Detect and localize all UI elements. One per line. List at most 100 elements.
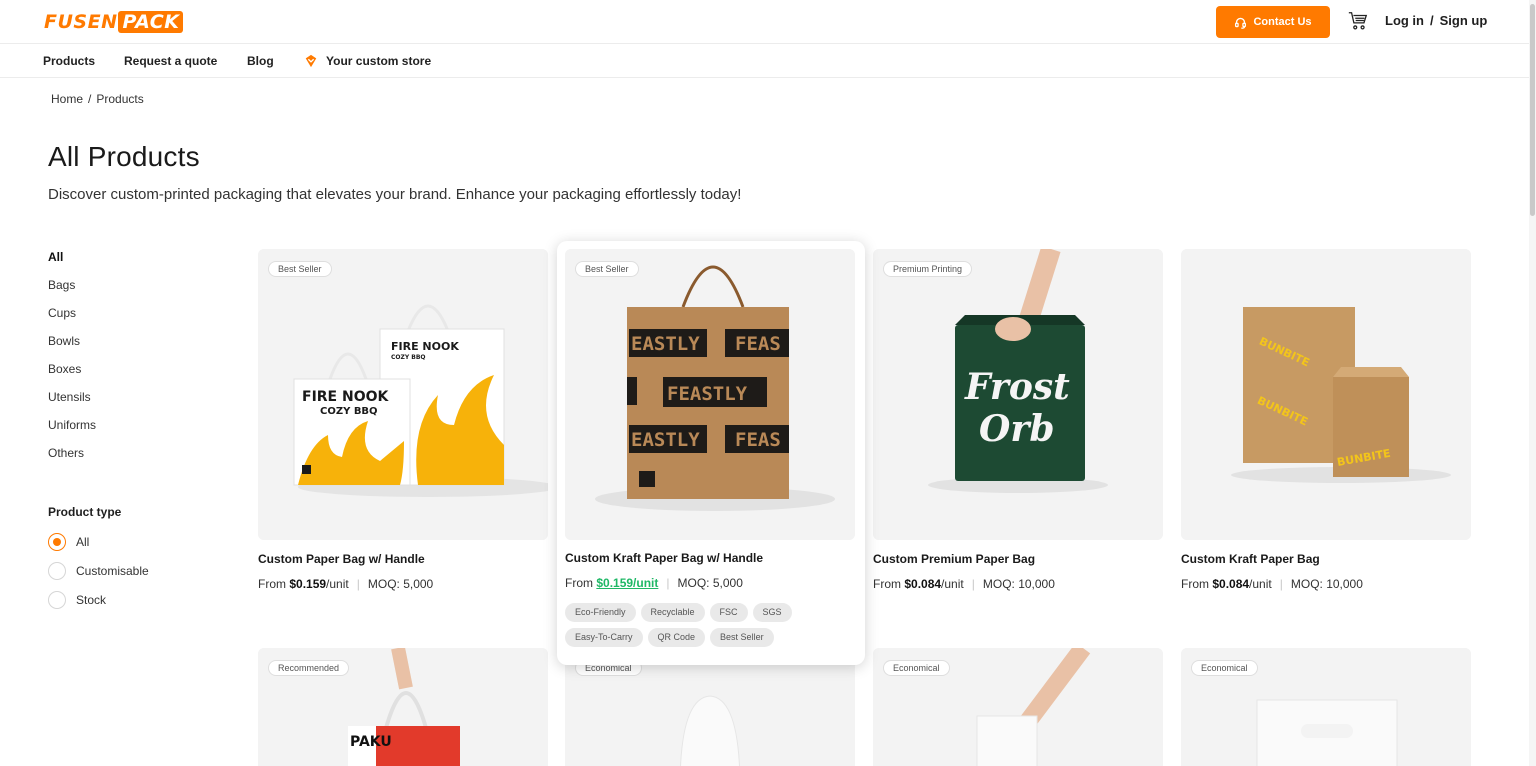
fusenpack-logo[interactable]: FUSEN PACK <box>44 11 184 33</box>
price-prefix: From <box>1181 577 1213 591</box>
product-image[interactable]: FIRE NOOK COZY BBQ FIRE NOOK COZY BBQ <box>258 249 548 540</box>
price-value: $0.084 <box>904 577 942 591</box>
breadcrumb-current: Products <box>96 92 144 106</box>
product-image[interactable]: Frost Orb <box>873 249 1163 540</box>
contact-us-label: Contact Us <box>1253 16 1312 28</box>
price-divider: | <box>1279 577 1283 591</box>
product-type-customisable-radio[interactable]: Customisable <box>48 561 149 581</box>
scrollbar-thumb[interactable] <box>1530 4 1535 216</box>
category-utensils[interactable]: Utensils <box>48 390 208 418</box>
logo-text-fusen: FUSEN <box>44 11 118 33</box>
product-price: From $0.159/unit | MOQ: 5,000 <box>258 577 433 591</box>
nav-products[interactable]: Products <box>43 54 95 68</box>
category-bags[interactable]: Bags <box>48 278 208 306</box>
product-type-all-radio[interactable]: All <box>48 532 89 552</box>
page-title: All Products <box>48 141 200 172</box>
tag-eco-friendly: Eco-Friendly <box>565 603 636 622</box>
product-price: From $0.084/unit | MOQ: 10,000 <box>1181 577 1363 591</box>
product-photo-fire-nook: FIRE NOOK COZY BBQ FIRE NOOK COZY BBQ <box>258 249 548 540</box>
moq-value: MOQ: 10,000 <box>1290 577 1363 591</box>
product-type-stock-radio[interactable]: Stock <box>48 590 106 610</box>
product-photo-bunbite: BUNBITE BUNBITE BUNBITE <box>1181 249 1471 540</box>
product-price: From $0.084/unit | MOQ: 10,000 <box>873 577 1055 591</box>
svg-text:PAKU: PAKU <box>350 734 392 750</box>
price-divider: | <box>666 576 670 590</box>
category-uniforms[interactable]: Uniforms <box>48 418 208 446</box>
category-cups[interactable]: Cups <box>48 306 208 334</box>
price-prefix: From <box>565 576 597 590</box>
product-card-economical-2[interactable]: Economical <box>873 648 1163 766</box>
svg-text:COZY BBQ: COZY BBQ <box>391 354 426 361</box>
breadcrumb-home[interactable]: Home <box>51 92 83 106</box>
product-card-paper-bag-handle[interactable]: FIRE NOOK COZY BBQ FIRE NOOK COZY BBQ Be… <box>258 249 548 594</box>
product-card-economical-1[interactable]: Economical <box>565 648 855 766</box>
product-name[interactable]: Custom Premium Paper Bag <box>873 552 1035 566</box>
product-photo-feastly: EASTLY FEAS FEASTLY EASTLY FEAS <box>565 249 855 540</box>
price-unit: /unit <box>326 577 349 591</box>
product-image[interactable]: BUNBITE BUNBITE BUNBITE <box>1181 249 1471 540</box>
product-badge: Best Seller <box>268 261 332 277</box>
category-all[interactable]: All <box>48 250 208 278</box>
radio-label: Customisable <box>76 564 149 578</box>
product-badge: Economical <box>883 660 950 676</box>
cart-icon[interactable] <box>1347 10 1369 32</box>
product-card-kraft-paper-bag[interactable]: BUNBITE BUNBITE BUNBITE Custom Kraft Pap… <box>1181 249 1471 594</box>
category-bowls[interactable]: Bowls <box>48 334 208 362</box>
product-photo-frost-orb: Frost Orb <box>873 249 1163 540</box>
auth-divider: / <box>1430 13 1434 28</box>
logo-text-pack: PACK <box>118 11 184 33</box>
breadcrumb-separator: / <box>88 92 92 106</box>
tag-sgs: SGS <box>752 603 792 622</box>
radio-label: All <box>76 535 90 549</box>
svg-text:EASTLY: EASTLY <box>631 333 700 355</box>
nav-custom-store-label: Your custom store <box>326 54 432 68</box>
product-badge: Economical <box>1191 660 1258 676</box>
price-value: $0.084 <box>1212 577 1250 591</box>
auth-links: Log in / Sign up <box>1385 13 1487 28</box>
svg-text:FEAS: FEAS <box>735 333 781 355</box>
product-tags: Eco-Friendly Recyclable FSC SGS Easy-To-… <box>565 603 815 647</box>
svg-text:Frost: Frost <box>964 366 1070 408</box>
radio-dot <box>48 533 66 551</box>
price-value: $0.159 <box>289 577 327 591</box>
moq-value: MOQ: 10,000 <box>982 577 1055 591</box>
tag-easy-to-carry: Easy-To-Carry <box>565 628 643 647</box>
product-card-recommended[interactable]: PAKU Recommended <box>258 648 548 766</box>
tag-qr-code: QR Code <box>647 628 706 647</box>
product-name[interactable]: Custom Kraft Paper Bag w/ Handle <box>565 551 763 565</box>
product-badge: Premium Printing <box>883 261 973 277</box>
moq-value: MOQ: 5,000 <box>677 576 743 590</box>
nav-blog[interactable]: Blog <box>247 54 274 68</box>
signup-link[interactable]: Sign up <box>1440 13 1488 28</box>
product-name[interactable]: Custom Kraft Paper Bag <box>1181 552 1320 566</box>
price-divider: | <box>971 577 975 591</box>
price-prefix: From <box>258 577 290 591</box>
nav-request-quote[interactable]: Request a quote <box>124 54 217 68</box>
tag-fsc: FSC <box>709 603 748 622</box>
product-card-economical-3[interactable]: Economical <box>1181 648 1471 766</box>
login-link[interactable]: Log in <box>1385 13 1424 28</box>
price-unit[interactable]: /unit <box>633 576 658 590</box>
nav-custom-store[interactable]: Your custom store <box>304 54 431 68</box>
page-scrollbar[interactable] <box>1529 0 1536 766</box>
svg-text:FEASTLY: FEASTLY <box>667 383 748 405</box>
product-card-premium-paper-bag[interactable]: Frost Orb Premium Printing Custom Premiu… <box>873 249 1163 594</box>
product-name[interactable]: Custom Paper Bag w/ Handle <box>258 552 425 566</box>
price-unit: /unit <box>1249 577 1272 591</box>
svg-text:COZY BBQ: COZY BBQ <box>320 406 378 417</box>
price-value[interactable]: $0.159 <box>596 576 633 590</box>
radio-dot <box>48 562 66 580</box>
contact-us-button[interactable]: Contact Us <box>1216 6 1330 38</box>
product-image[interactable]: EASTLY FEAS FEASTLY EASTLY FEAS <box>565 249 855 540</box>
product-card-kraft-bag-handle[interactable]: EASTLY FEAS FEASTLY EASTLY FEAS Best Sel… <box>557 241 865 665</box>
radio-label: Stock <box>76 593 107 607</box>
product-badge: Recommended <box>268 660 350 676</box>
svg-text:FIRE NOOK: FIRE NOOK <box>391 340 459 353</box>
category-boxes[interactable]: Boxes <box>48 362 208 390</box>
svg-text:EASTLY: EASTLY <box>631 429 700 451</box>
product-type-title: Product type <box>48 505 122 519</box>
price-divider: | <box>356 577 360 591</box>
radio-dot <box>48 591 66 609</box>
svg-text:FIRE NOOK: FIRE NOOK <box>302 389 390 405</box>
category-others[interactable]: Others <box>48 446 208 474</box>
